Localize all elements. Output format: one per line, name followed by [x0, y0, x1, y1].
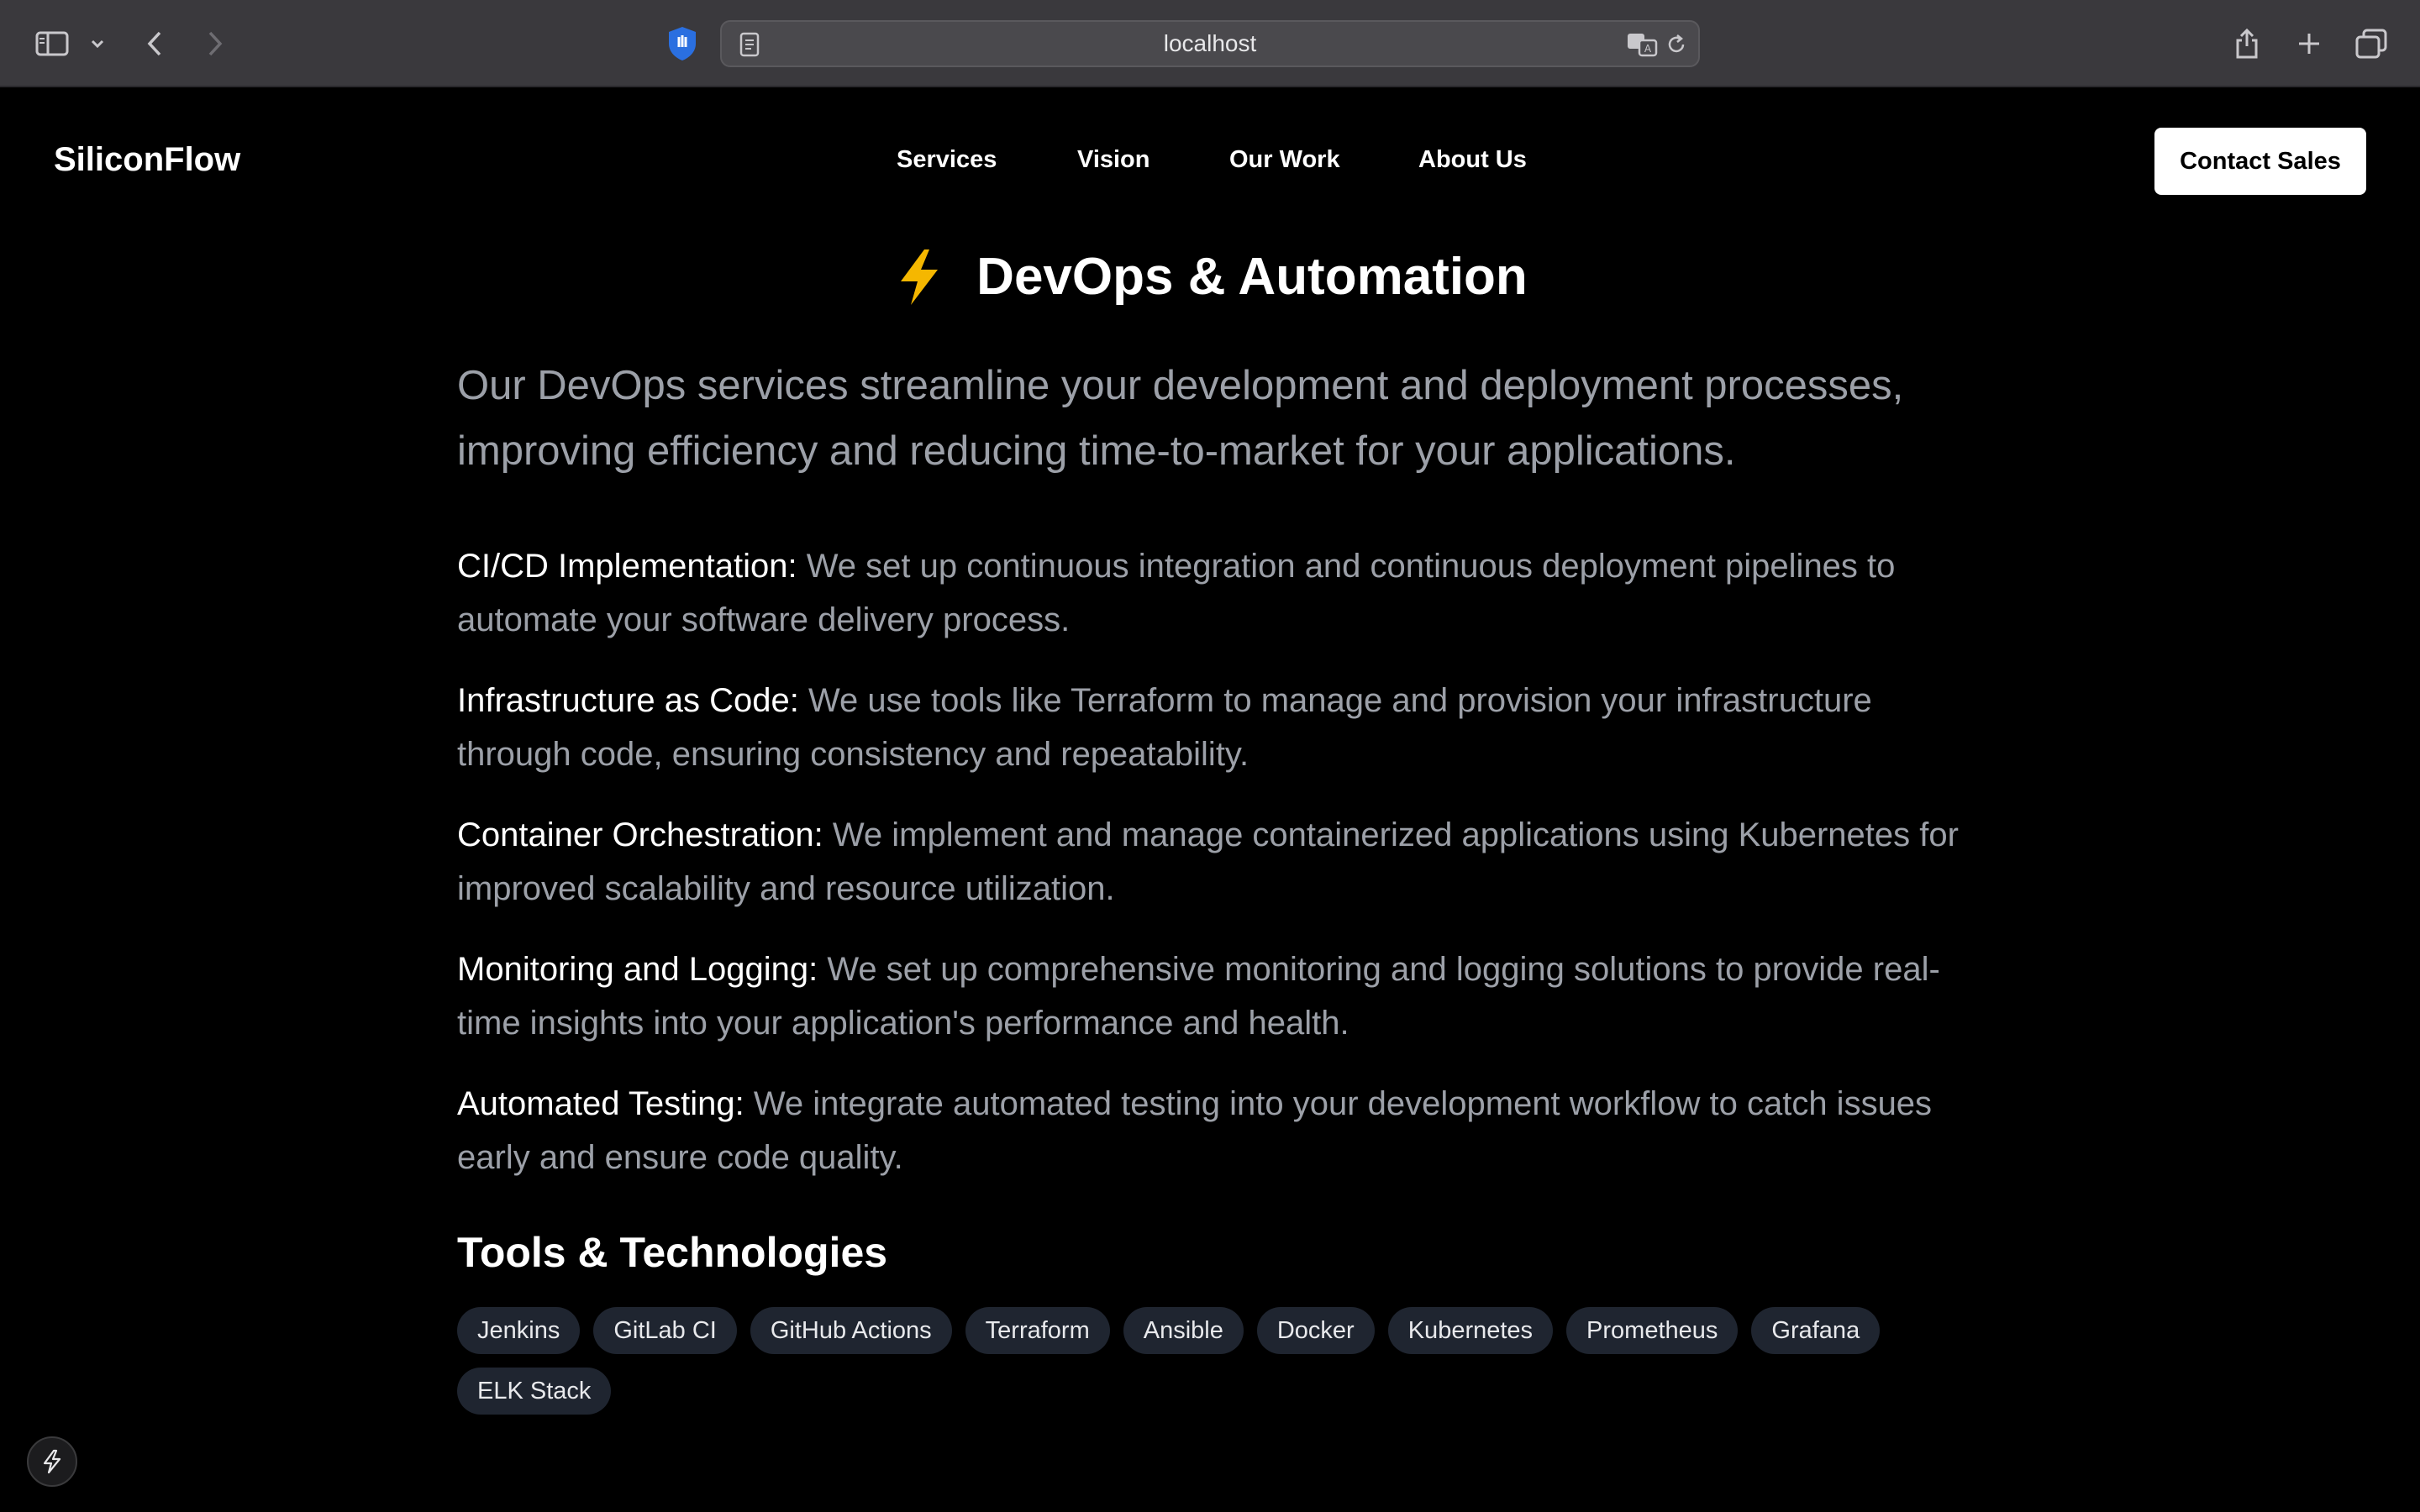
tools-heading: Tools & Technologies: [457, 1229, 888, 1276]
tools-tag-list: Jenkins GitLab CI GitHub Actions Terrafo…: [457, 1307, 1970, 1415]
feature-title: Container Orchestration:: [457, 816, 823, 853]
feature-item: CI/CD Implementation: We set up continuo…: [457, 539, 1970, 647]
reload-icon[interactable]: [1665, 33, 1688, 60]
main-nav: Services Vision Our Work About Us: [897, 146, 1527, 174]
feature-item: Container Orchestration: We implement an…: [457, 808, 1970, 916]
feature-item: Monitoring and Logging: We set up compre…: [457, 942, 1970, 1050]
nav-about-us[interactable]: About Us: [1418, 146, 1527, 174]
share-icon[interactable]: [2232, 22, 2262, 66]
tool-tag: Ansible: [1123, 1307, 1244, 1354]
service-content: Our DevOps services streamline your deve…: [457, 353, 1970, 1415]
tool-tag: Grafana: [1751, 1307, 1881, 1354]
tool-tag: Docker: [1256, 1307, 1375, 1354]
page-title: DevOps & Automation: [0, 247, 2420, 307]
contact-sales-button[interactable]: Contact Sales: [2154, 128, 2366, 195]
back-icon[interactable]: [139, 22, 170, 66]
nav-services[interactable]: Services: [897, 146, 1077, 174]
tool-tag: ELK Stack: [457, 1368, 612, 1415]
tool-tag: Jenkins: [457, 1307, 581, 1354]
translate-icon[interactable]: A: [1626, 32, 1660, 61]
dev-toolbar-bolt-icon[interactable]: [27, 1436, 77, 1487]
tool-tag: GitLab CI: [593, 1307, 737, 1354]
nav-our-work[interactable]: Our Work: [1229, 146, 1418, 174]
shield-icon[interactable]: [664, 22, 701, 66]
svg-text:A: A: [1644, 43, 1652, 55]
url-text[interactable]: localhost: [722, 22, 1698, 66]
intro-paragraph: Our DevOps services streamline your deve…: [457, 363, 1904, 474]
address-bar[interactable]: localhost A: [720, 20, 1700, 67]
feature-title: Monitoring and Logging:: [457, 951, 818, 988]
feature-title: CI/CD Implementation:: [457, 548, 797, 585]
feature-list: CI/CD Implementation: We set up continuo…: [457, 539, 1970, 1184]
tabs-overview-icon[interactable]: [2353, 22, 2390, 66]
tool-tag: Prometheus: [1566, 1307, 1739, 1354]
feature-title: Infrastructure as Code:: [457, 682, 799, 719]
tool-tag: Kubernetes: [1387, 1307, 1554, 1354]
feature-title: Automated Testing:: [457, 1085, 744, 1122]
browser-toolbar: localhost A: [0, 0, 2420, 87]
nav-vision[interactable]: Vision: [1077, 146, 1229, 174]
feature-item: Automated Testing: We integrate automate…: [457, 1077, 1970, 1184]
site-logo[interactable]: SiliconFlow: [54, 141, 240, 179]
forward-icon[interactable]: [200, 22, 230, 66]
tool-tag: GitHub Actions: [750, 1307, 952, 1354]
sidebar-icon[interactable]: [32, 22, 72, 66]
page-title-text: DevOps & Automation: [976, 248, 1528, 306]
new-tab-icon[interactable]: [2292, 22, 2326, 66]
tool-tag: Terraform: [965, 1307, 1110, 1354]
feature-item: Infrastructure as Code: We use tools lik…: [457, 674, 1970, 781]
chevron-down-icon[interactable]: [87, 22, 108, 66]
lightning-bolt-icon: [892, 248, 946, 307]
